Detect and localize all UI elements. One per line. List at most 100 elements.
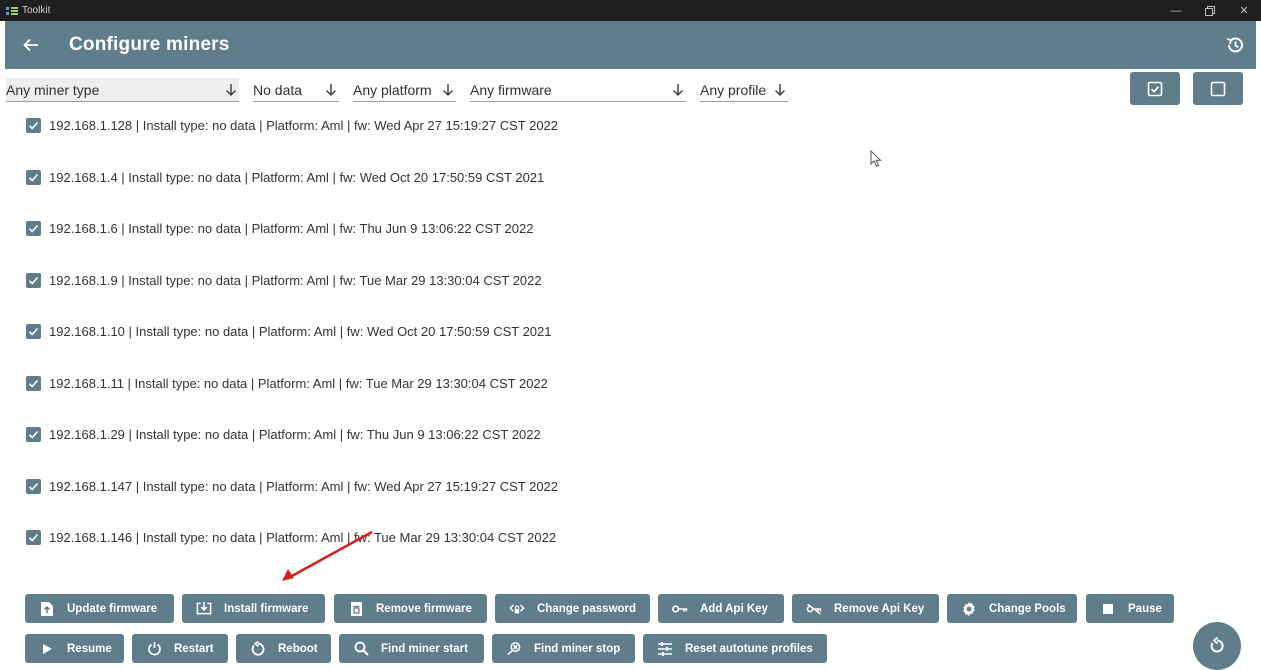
- app-icon: [6, 6, 18, 16]
- install-icon: [196, 601, 212, 617]
- empty-box-icon: [1210, 81, 1226, 96]
- miner-checkbox[interactable]: [26, 117, 41, 133]
- miner-row[interactable]: 192.168.1.9 | Install type: no data | Pl…: [26, 269, 542, 291]
- gear-icon: [961, 601, 977, 617]
- miner-row[interactable]: 192.168.1.128 | Install type: no data | …: [26, 114, 558, 136]
- miner-row[interactable]: 192.168.1.4 | Install type: no data | Pl…: [26, 166, 544, 188]
- refresh-button[interactable]: [1193, 622, 1241, 670]
- miner-label: 192.168.1.128 | Install type: no data | …: [49, 117, 559, 133]
- reset-autotune-profiles-label: Reset autotune profiles: [685, 642, 813, 655]
- miner-checkbox[interactable]: [26, 323, 41, 339]
- miner-checkbox[interactable]: [26, 169, 41, 185]
- miner-label: 192.168.1.9 | Install type: no data | Pl…: [49, 272, 542, 288]
- annotation-arrow-icon: [282, 530, 373, 581]
- miner-row[interactable]: 192.168.1.10 | Install type: no data | P…: [26, 320, 552, 342]
- miner-row[interactable]: 192.168.1.147 | Install type: no data | …: [26, 475, 558, 497]
- app-header: Configure miners: [5, 21, 1256, 69]
- play-icon: [39, 641, 55, 657]
- miner-label: 192.168.1.147 | Install type: no data | …: [49, 478, 559, 494]
- file-upload-icon: [39, 601, 55, 617]
- mouse-cursor-icon: [870, 150, 882, 167]
- miner-type-filter-value: Any miner type: [6, 81, 100, 98]
- profile-filter[interactable]: Any profile: [700, 78, 788, 102]
- restart-label: Restart: [174, 642, 214, 655]
- key-icon: [672, 601, 688, 617]
- restore-icon[interactable]: [1193, 0, 1227, 21]
- change-pools-label: Change Pools: [989, 602, 1066, 615]
- remove-api-key-button[interactable]: Remove Api Key: [792, 594, 939, 623]
- power-icon: [146, 641, 162, 657]
- remove-api-key-label: Remove Api Key: [834, 602, 925, 615]
- miner-type-filter[interactable]: Any miner type: [6, 78, 239, 102]
- miner-checkbox[interactable]: [26, 272, 41, 288]
- history-button[interactable]: [1224, 34, 1246, 56]
- restart-icon: [250, 640, 266, 657]
- tune-icon: [657, 641, 673, 657]
- find-miner-start-button[interactable]: Find miner start: [339, 634, 484, 663]
- history-icon: [1226, 37, 1243, 53]
- miner-label: 192.168.1.11 | Install type: no data | P…: [49, 375, 548, 391]
- window-title: Toolkit: [22, 5, 51, 16]
- arrow-down-icon: [440, 83, 456, 97]
- change-password-label: Change password: [537, 602, 637, 615]
- checked-box-icon: [1147, 81, 1163, 96]
- update-firmware-button[interactable]: Update firmware: [25, 594, 174, 623]
- restart-button[interactable]: Restart: [132, 634, 228, 663]
- platform-filter-value: Any platform: [353, 81, 432, 98]
- install-firmware-button[interactable]: Install firmware: [182, 594, 325, 623]
- arrow-down-icon: [670, 83, 686, 97]
- back-button[interactable]: [11, 21, 51, 69]
- miner-label: 192.168.1.6 | Install type: no data | Pl…: [49, 220, 534, 236]
- remove-firmware-button[interactable]: Remove firmware: [334, 594, 487, 623]
- install-firmware-label: Install firmware: [224, 602, 309, 615]
- window-titlebar: Toolkit — ✕: [0, 0, 1261, 21]
- reset-autotune-profiles-button[interactable]: Reset autotune profiles: [643, 634, 827, 663]
- pause-label: Pause: [1128, 602, 1162, 615]
- firmware-filter[interactable]: Any firmware: [470, 78, 686, 102]
- refresh-icon: [1210, 636, 1224, 653]
- remove-firmware-label: Remove firmware: [376, 602, 472, 615]
- arrow-down-icon: [223, 83, 239, 97]
- page-title: Configure miners: [69, 34, 230, 55]
- password-icon: [509, 601, 525, 617]
- miner-checkbox[interactable]: [26, 529, 41, 545]
- firmware-filter-value: Any firmware: [470, 81, 552, 98]
- change-pools-button[interactable]: Change Pools: [947, 594, 1077, 623]
- change-password-button[interactable]: Change password: [495, 594, 650, 623]
- find-miner-start-label: Find miner start: [381, 642, 468, 655]
- miner-label: 192.168.1.4 | Install type: no data | Pl…: [49, 169, 545, 185]
- resume-button[interactable]: Resume: [25, 634, 124, 663]
- platform-filter[interactable]: Any platform: [353, 78, 456, 102]
- find-miner-stop-button[interactable]: Find miner stop: [492, 634, 635, 663]
- pause-button[interactable]: Pause: [1086, 594, 1174, 623]
- miner-row[interactable]: 192.168.1.29 | Install type: no data | P…: [26, 423, 541, 445]
- stop-square-icon: [1100, 601, 1116, 617]
- miner-label: 192.168.1.10 | Install type: no data | P…: [49, 323, 552, 339]
- miner-checkbox[interactable]: [26, 375, 41, 391]
- arrow-left-icon: [23, 38, 38, 52]
- miner-row[interactable]: 192.168.1.11 | Install type: no data | P…: [26, 372, 548, 394]
- select-all-button[interactable]: [1130, 72, 1180, 105]
- miner-checkbox[interactable]: [26, 220, 41, 236]
- delete-file-icon: [348, 601, 364, 617]
- miner-checkbox[interactable]: [26, 426, 41, 442]
- arrow-down-icon: [772, 83, 788, 97]
- miner-label: 192.168.1.29 | Install type: no data | P…: [49, 426, 541, 442]
- add-api-key-button[interactable]: Add Api Key: [658, 594, 784, 623]
- find-miner-stop-label: Find miner stop: [534, 642, 621, 655]
- resume-label: Resume: [67, 642, 112, 655]
- select-none-button[interactable]: [1193, 72, 1243, 105]
- add-api-key-label: Add Api Key: [700, 602, 768, 615]
- search-icon: [353, 641, 369, 657]
- data-filter[interactable]: No data: [253, 78, 339, 102]
- miner-row[interactable]: 192.168.1.6 | Install type: no data | Pl…: [26, 217, 533, 239]
- miner-checkbox[interactable]: [26, 478, 41, 494]
- arrow-down-icon: [323, 83, 339, 97]
- reboot-button[interactable]: Reboot: [236, 634, 331, 663]
- data-filter-value: No data: [253, 81, 303, 98]
- search-off-icon: [506, 641, 522, 657]
- filter-bar: Any miner type No data Any platform Any …: [0, 72, 1261, 106]
- reboot-label: Reboot: [278, 642, 318, 655]
- minimize-icon[interactable]: —: [1159, 0, 1193, 21]
- close-icon[interactable]: ✕: [1227, 0, 1261, 21]
